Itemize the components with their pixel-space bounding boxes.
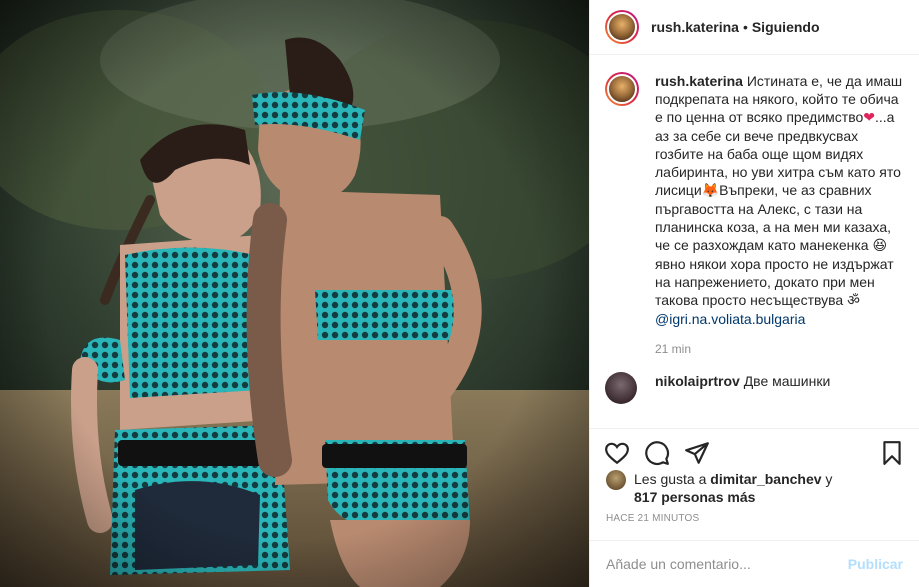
caption-mention-link[interactable]: @igri.na.voliata.bulgaria bbox=[655, 311, 805, 327]
bookmark-icon[interactable] bbox=[879, 440, 905, 466]
author-username[interactable]: rush.katerina bbox=[651, 19, 739, 35]
om-symbol-icon: ॐ bbox=[847, 293, 860, 309]
likes-text: Les gusta a dimitar_banchev y 817 person… bbox=[634, 470, 832, 506]
likes-count[interactable]: 817 personas más bbox=[634, 489, 755, 505]
likes-prefix: Les gusta a bbox=[634, 471, 711, 487]
commenter-username[interactable]: nikolaiprtrov bbox=[655, 373, 740, 389]
caption-text: rush.katerina Истината е, че да имаш под… bbox=[655, 72, 903, 358]
comment-text: nikolaiprtrov Две машинки bbox=[655, 372, 830, 390]
post-timestamp: HACE 21 MINUTOS bbox=[606, 513, 700, 524]
add-comment-bar: Publicar bbox=[590, 540, 919, 587]
commenter-avatar[interactable] bbox=[605, 372, 637, 404]
caption-time: 21 min bbox=[655, 342, 692, 356]
comment-body: Две машинки bbox=[743, 373, 831, 389]
fox-emoji-icon: 🦊 bbox=[701, 183, 720, 199]
liker-avatar[interactable] bbox=[606, 470, 626, 490]
laughing-emoji-icon: 😆 bbox=[872, 238, 888, 254]
comment-icon[interactable] bbox=[644, 440, 670, 466]
photo-illustration bbox=[0, 0, 589, 587]
caption-username[interactable]: rush.katerina bbox=[655, 73, 743, 89]
author-avatar[interactable] bbox=[605, 10, 639, 44]
publish-button[interactable]: Publicar bbox=[848, 556, 903, 572]
liker-username[interactable]: dimitar_banchev bbox=[710, 471, 821, 487]
likes-summary: Les gusta a dimitar_banchev y 817 person… bbox=[606, 470, 909, 506]
post-header: rush.katerina • Siguiendo bbox=[590, 0, 919, 55]
comment-input[interactable] bbox=[606, 556, 848, 572]
caption-avatar[interactable] bbox=[605, 72, 639, 106]
following-button[interactable]: Siguiendo bbox=[752, 19, 820, 35]
post-sidebar: rush.katerina • Siguiendo rush.katerina … bbox=[589, 0, 919, 587]
share-icon[interactable] bbox=[684, 440, 710, 466]
separator-dot: • bbox=[742, 19, 748, 35]
heart-icon[interactable] bbox=[604, 440, 630, 466]
heart-emoji-icon: ❤ bbox=[863, 110, 875, 126]
likes-mid: y bbox=[821, 471, 833, 487]
caption: rush.katerina Истината е, че да имаш под… bbox=[605, 72, 903, 358]
post-dialog: rush.katerina • Siguiendo rush.katerina … bbox=[0, 0, 919, 587]
comment-item: nikolaiprtrov Две машинки bbox=[605, 372, 903, 404]
comments-list[interactable]: rush.katerina Истината е, че да имаш под… bbox=[590, 56, 919, 428]
action-bar bbox=[590, 428, 919, 470]
post-photo[interactable] bbox=[0, 0, 589, 587]
